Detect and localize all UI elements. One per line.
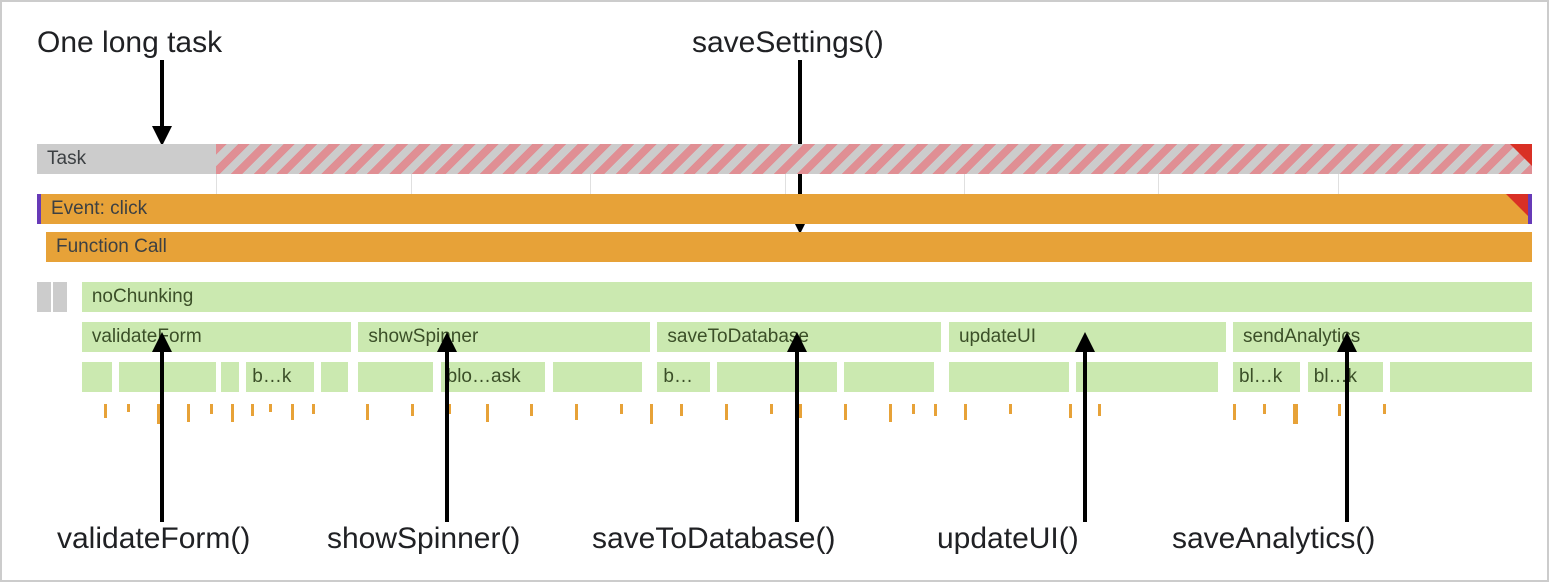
bar-event-click: Event: click: [37, 194, 1532, 224]
bar-sendanalytics: sendAnalytics: [1233, 322, 1532, 352]
bar-block: bl…k: [1233, 362, 1300, 392]
bar-block: blo…ask: [441, 362, 546, 392]
bar-block: [844, 362, 934, 392]
long-task-marker-icon: [1506, 194, 1528, 216]
bar-block: [949, 362, 1069, 392]
bar-stub: [37, 282, 51, 312]
label-savetodatabase: saveToDatabase(): [592, 522, 835, 556]
tick-row: [37, 404, 1532, 434]
bar-block: bl…k: [1308, 362, 1383, 392]
bar-block: [119, 362, 216, 392]
label-one-long-task: One long task: [37, 26, 222, 60]
label-saveanalytics: saveAnalytics(): [1172, 522, 1375, 556]
bar-updateui: updateUI: [949, 322, 1226, 352]
bar-block: [321, 362, 348, 392]
bar-showspinner: showSpinner: [358, 322, 650, 352]
label-showspinner: showSpinner(): [327, 522, 520, 556]
bar-block: [221, 362, 239, 392]
bar-task-long: [216, 144, 1532, 174]
label-updateui: updateUI(): [937, 522, 1079, 556]
label-validateform: validateForm(): [57, 522, 250, 556]
bar-block: [358, 362, 433, 392]
bar-block: b…: [657, 362, 709, 392]
bar-function-call: Function Call: [46, 232, 1532, 262]
bar-block: [553, 362, 643, 392]
bar-validateform: validateForm: [82, 322, 351, 352]
arrow-down-icon: [142, 60, 182, 150]
bar-nochunking: noChunking: [82, 282, 1532, 312]
long-task-marker-icon: [1510, 144, 1532, 166]
bar-savetodatabase: saveToDatabase: [657, 322, 941, 352]
bar-block: b…k: [246, 362, 313, 392]
bar-block: [1390, 362, 1532, 392]
bar-block: [1076, 362, 1218, 392]
label-savesettings: saveSettings(): [692, 26, 884, 60]
bar-block: [717, 362, 837, 392]
bar-block: [82, 362, 112, 392]
bar-stub: [53, 282, 67, 312]
